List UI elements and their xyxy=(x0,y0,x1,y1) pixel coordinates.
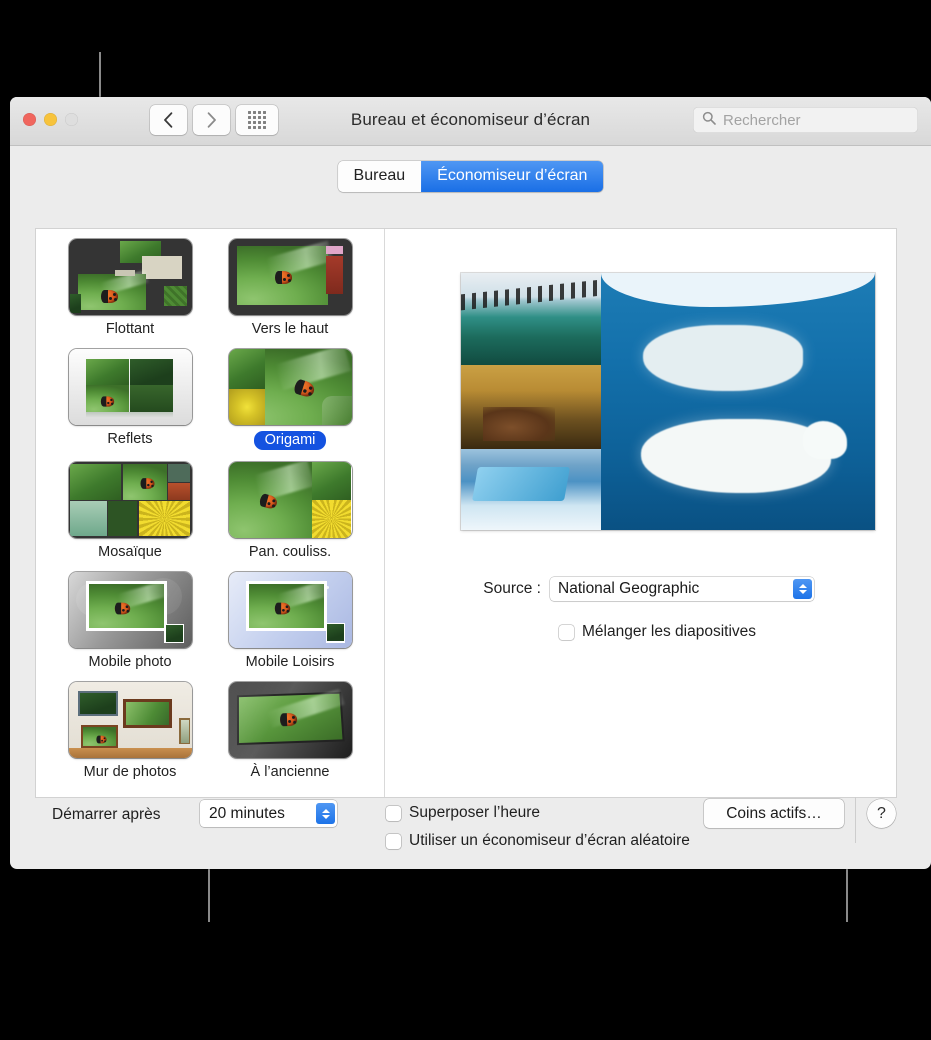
window-titlebar: Bureau et économiseur d’écran Rechercher xyxy=(10,97,931,146)
bottom-bar: Démarrer après 20 minutes Superposer l’h… xyxy=(10,797,931,869)
preview-tile-lions xyxy=(461,365,601,449)
segmented-control: Bureau Économiseur d’écran xyxy=(338,161,604,192)
screensaver-label: À l’ancienne xyxy=(251,764,330,780)
bottom-bar-separator xyxy=(855,797,856,843)
screensaver-item-vers-le-haut[interactable]: Vers le haut xyxy=(210,239,370,337)
thumbnail-mobile-photo xyxy=(69,572,192,648)
source-stepper-icon[interactable] xyxy=(793,579,812,599)
start-after-label: Démarrer après xyxy=(52,806,161,824)
random-screensaver-checkbox[interactable] xyxy=(386,834,401,849)
preview-tile-polar-bears xyxy=(601,273,875,530)
help-button[interactable]: ? xyxy=(867,799,896,828)
search-icon xyxy=(702,111,716,130)
system-preferences-window: Bureau et économiseur d’écran Rechercher… xyxy=(10,97,931,869)
screensaver-label: Mobile Loisirs xyxy=(246,654,335,670)
source-row: Source : National Geographic xyxy=(385,577,896,601)
tab-screensaver[interactable]: Économiseur d’écran xyxy=(421,161,603,192)
start-after-popup-button[interactable]: 20 minutes xyxy=(200,800,337,827)
show-clock-label: Superposer l’heure xyxy=(409,804,540,822)
thumbnail-a-l-ancienne xyxy=(229,682,352,758)
source-label: Source : xyxy=(385,580,550,598)
shuffle-slides-row[interactable]: Mélanger les diapositives xyxy=(559,623,756,641)
thumbnail-mobile-loisirs xyxy=(229,572,352,648)
screensaver-item-mobile-loisirs[interactable]: Mobile Loisirs xyxy=(210,572,370,670)
preview-tile-iceberg xyxy=(461,449,601,530)
hot-corners-button[interactable]: Coins actifs… xyxy=(704,799,844,828)
screensaver-item-flottant[interactable]: Flottant xyxy=(50,239,210,337)
start-after-value: 20 minutes xyxy=(200,805,285,823)
shuffle-slides-checkbox[interactable] xyxy=(559,625,574,640)
preview-left-tiles xyxy=(461,273,601,530)
search-field[interactable]: Rechercher xyxy=(693,107,918,133)
show-clock-row[interactable]: Superposer l’heure xyxy=(386,804,540,822)
search-placeholder: Rechercher xyxy=(723,112,801,129)
screensaver-item-origami[interactable]: Origami xyxy=(210,349,370,450)
screensaver-item-a-l-ancienne[interactable]: À l’ancienne xyxy=(210,682,370,780)
thumbnail-mur-de-photos xyxy=(69,682,192,758)
thumbnail-reflets xyxy=(69,349,192,425)
thumbnail-flottant xyxy=(69,239,192,315)
screensaver-item-reflets[interactable]: Reflets xyxy=(50,349,210,450)
source-popup-button[interactable]: National Geographic xyxy=(550,577,814,601)
random-screensaver-row[interactable]: Utiliser un économiseur d’écran aléatoir… xyxy=(386,832,690,850)
screensaver-list[interactable]: Flottant Vers le haut xyxy=(36,229,384,797)
preview-panel: Source : National Geographic Mélanger le… xyxy=(385,229,896,797)
screensaver-item-mur-de-photos[interactable]: Mur de photos xyxy=(50,682,210,780)
tab-bureau[interactable]: Bureau xyxy=(338,161,422,192)
random-screensaver-label: Utiliser un économiseur d’écran aléatoir… xyxy=(409,832,690,850)
screensaver-label: Mur de photos xyxy=(84,764,177,780)
source-value: National Geographic xyxy=(550,580,699,598)
preview-bear-upper xyxy=(643,325,803,391)
thumbnail-pan-couliss xyxy=(229,462,352,538)
screensaver-label: Vers le haut xyxy=(252,321,329,337)
tab-bar: Bureau Économiseur d’écran xyxy=(10,146,931,196)
preview-tile-penguins xyxy=(461,273,601,365)
screensaver-label: Flottant xyxy=(106,321,154,337)
preferences-content: Flottant Vers le haut xyxy=(36,229,896,797)
screensaver-label: Mobile photo xyxy=(88,654,171,670)
screensaver-label-selected: Origami xyxy=(254,431,327,450)
screensaver-preview-image xyxy=(461,273,875,530)
preview-iceberg-shelf xyxy=(601,273,875,307)
show-clock-checkbox[interactable] xyxy=(386,806,401,821)
preview-bear-lower xyxy=(641,419,831,493)
thumbnail-origami xyxy=(229,349,352,425)
screensaver-item-mosaique[interactable]: Mosaïque xyxy=(50,462,210,560)
screensaver-label: Pan. couliss. xyxy=(249,544,331,560)
screensaver-item-mobile-photo[interactable]: Mobile photo xyxy=(50,572,210,670)
screensaver-label: Reflets xyxy=(107,431,152,447)
thumbnail-vers-le-haut xyxy=(229,239,352,315)
start-after-stepper-icon[interactable] xyxy=(316,803,335,824)
screensaver-label: Mosaïque xyxy=(98,544,162,560)
shuffle-slides-label: Mélanger les diapositives xyxy=(582,623,756,641)
thumbnail-mosaique xyxy=(69,462,192,538)
screensaver-item-pan-couliss[interactable]: Pan. couliss. xyxy=(210,462,370,560)
